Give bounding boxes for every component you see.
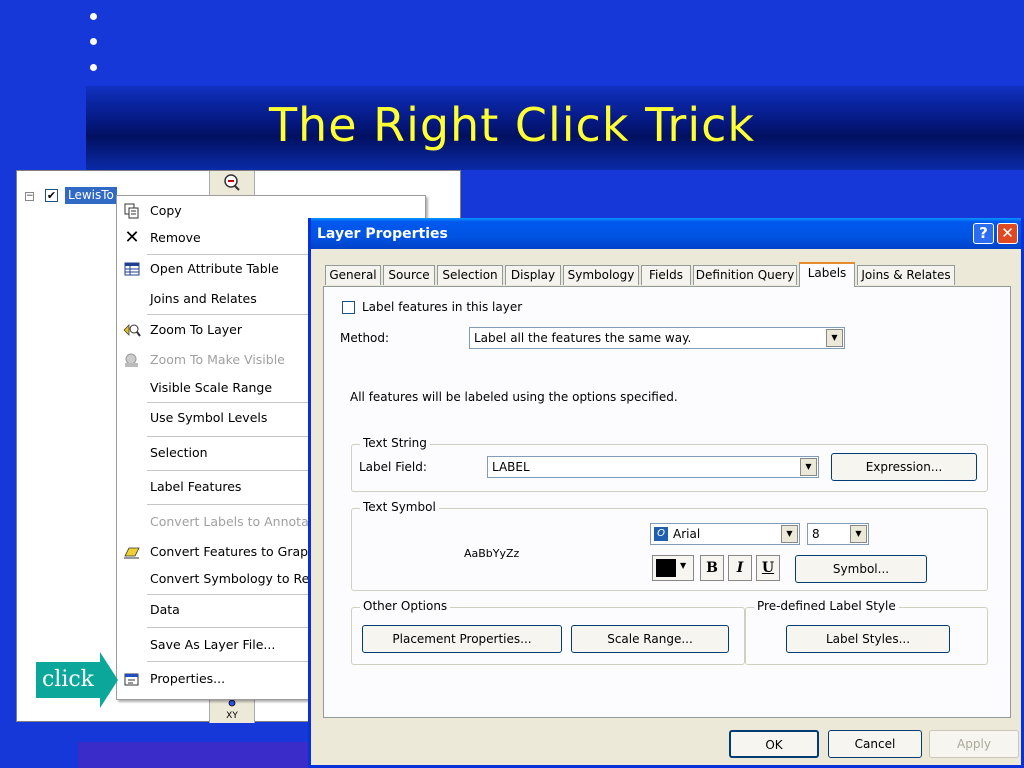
label-styles-button[interactable]: Label Styles...: [786, 625, 950, 653]
label-field-dropdown[interactable]: LABEL ▼: [487, 456, 819, 478]
slide-bullet: [90, 38, 97, 45]
placement-properties-button[interactable]: Placement Properties...: [362, 625, 562, 653]
method-label: Method:: [340, 331, 390, 345]
tab-selection[interactable]: Selection: [437, 265, 503, 285]
dialog-titlebar[interactable]: Layer Properties ? ✕: [311, 218, 1021, 249]
label-features-label: Label features in this layer: [362, 300, 523, 314]
xy-icon[interactable]: XY: [220, 697, 244, 721]
chevron-down-icon: ▼: [826, 329, 843, 347]
click-callout: click: [36, 662, 100, 698]
remove-icon: ✕: [124, 227, 140, 248]
info-text: All features will be labeled using the o…: [350, 390, 678, 404]
label-field-value: LABEL: [492, 460, 530, 474]
slide-bullet: [90, 13, 97, 20]
properties-icon: [123, 671, 141, 687]
dialog-title: Layer Properties: [317, 226, 448, 242]
callout-arrow: [100, 652, 118, 708]
magnifier-icon[interactable]: [222, 173, 242, 193]
label-features-checkbox[interactable]: [342, 301, 355, 314]
zoom-visible-icon: [123, 352, 141, 368]
copy-icon: [123, 203, 141, 219]
labels-panel: Label features in this layer Method: Lab…: [323, 286, 1011, 718]
font-dropdown[interactable]: O Arial ▼: [650, 523, 800, 545]
tab-symbology[interactable]: Symbology: [563, 265, 639, 285]
text-preview: AaBbYyZz: [464, 547, 520, 560]
layer-visibility-checkbox[interactable]: ✔: [45, 189, 58, 202]
text-string-group: Text String Label Field: LABEL ▼ Express…: [351, 436, 988, 492]
tab-fields[interactable]: Fields: [641, 265, 691, 285]
font-value: Arial: [673, 527, 701, 541]
bold-button[interactable]: B: [700, 555, 724, 581]
font-type-icon: O: [654, 527, 668, 541]
cancel-button[interactable]: Cancel: [828, 730, 922, 758]
expression-button[interactable]: Expression...: [831, 453, 977, 481]
predefined-label-style-group: Pre-defined Label Style Label Styles...: [745, 599, 988, 665]
text-string-group-label: Text String: [360, 436, 430, 450]
text-symbol-group: Text Symbol AaBbYyZz O Arial ▼ 8 ▼ ▼ B I…: [351, 500, 988, 591]
color-picker[interactable]: ▼: [652, 555, 694, 581]
scale-range-button[interactable]: Scale Range...: [571, 625, 729, 653]
other-options-group-label: Other Options: [360, 599, 451, 613]
predefined-group-label: Pre-defined Label Style: [754, 599, 899, 613]
font-size-dropdown[interactable]: 8 ▼: [807, 523, 869, 545]
layer-name[interactable]: LewisTo: [65, 187, 117, 204]
label-field-label: Label Field:: [359, 460, 427, 474]
chevron-down-icon: ▼: [781, 525, 798, 543]
chevron-down-icon: ▼: [850, 525, 867, 543]
format-buttons: B I U: [700, 555, 780, 581]
ok-button[interactable]: OK: [729, 730, 819, 758]
zoom-to-layer-icon: [123, 322, 141, 338]
layer-properties-dialog: Layer Properties ? ✕ General Source Sele…: [308, 218, 1024, 768]
apply-button[interactable]: Apply: [929, 730, 1019, 758]
tab-joins-relates[interactable]: Joins & Relates: [857, 265, 955, 285]
tab-display[interactable]: Display: [505, 265, 561, 285]
tab-general[interactable]: General: [325, 265, 381, 285]
tab-labels[interactable]: Labels: [799, 262, 855, 287]
method-value: Label all the features the same way.: [474, 331, 692, 345]
italic-button[interactable]: I: [728, 555, 752, 581]
help-icon[interactable]: ?: [973, 223, 994, 244]
text-symbol-group-label: Text Symbol: [360, 500, 439, 514]
tab-definition-query[interactable]: Definition Query: [693, 265, 797, 285]
table-icon: [123, 261, 141, 277]
other-options-group: Other Options Placement Properties... Sc…: [351, 599, 745, 665]
method-dropdown[interactable]: Label all the features the same way. ▼: [469, 327, 845, 349]
symbol-button[interactable]: Symbol...: [795, 555, 927, 583]
underline-button[interactable]: U: [756, 555, 780, 581]
convert-features-icon: [123, 544, 141, 560]
slide-title: The Right Click Trick: [268, 98, 756, 152]
decorative-bar: [78, 742, 318, 768]
color-swatch: [656, 559, 676, 577]
slide-bullet: [90, 64, 97, 71]
svg-text:XY: XY: [226, 711, 238, 721]
chevron-down-icon: ▼: [800, 458, 817, 476]
collapse-icon[interactable]: −: [25, 192, 34, 201]
close-icon[interactable]: ✕: [997, 223, 1018, 244]
font-size-value: 8: [812, 527, 820, 541]
tab-source[interactable]: Source: [383, 265, 435, 285]
chevron-down-icon: ▼: [680, 561, 687, 570]
